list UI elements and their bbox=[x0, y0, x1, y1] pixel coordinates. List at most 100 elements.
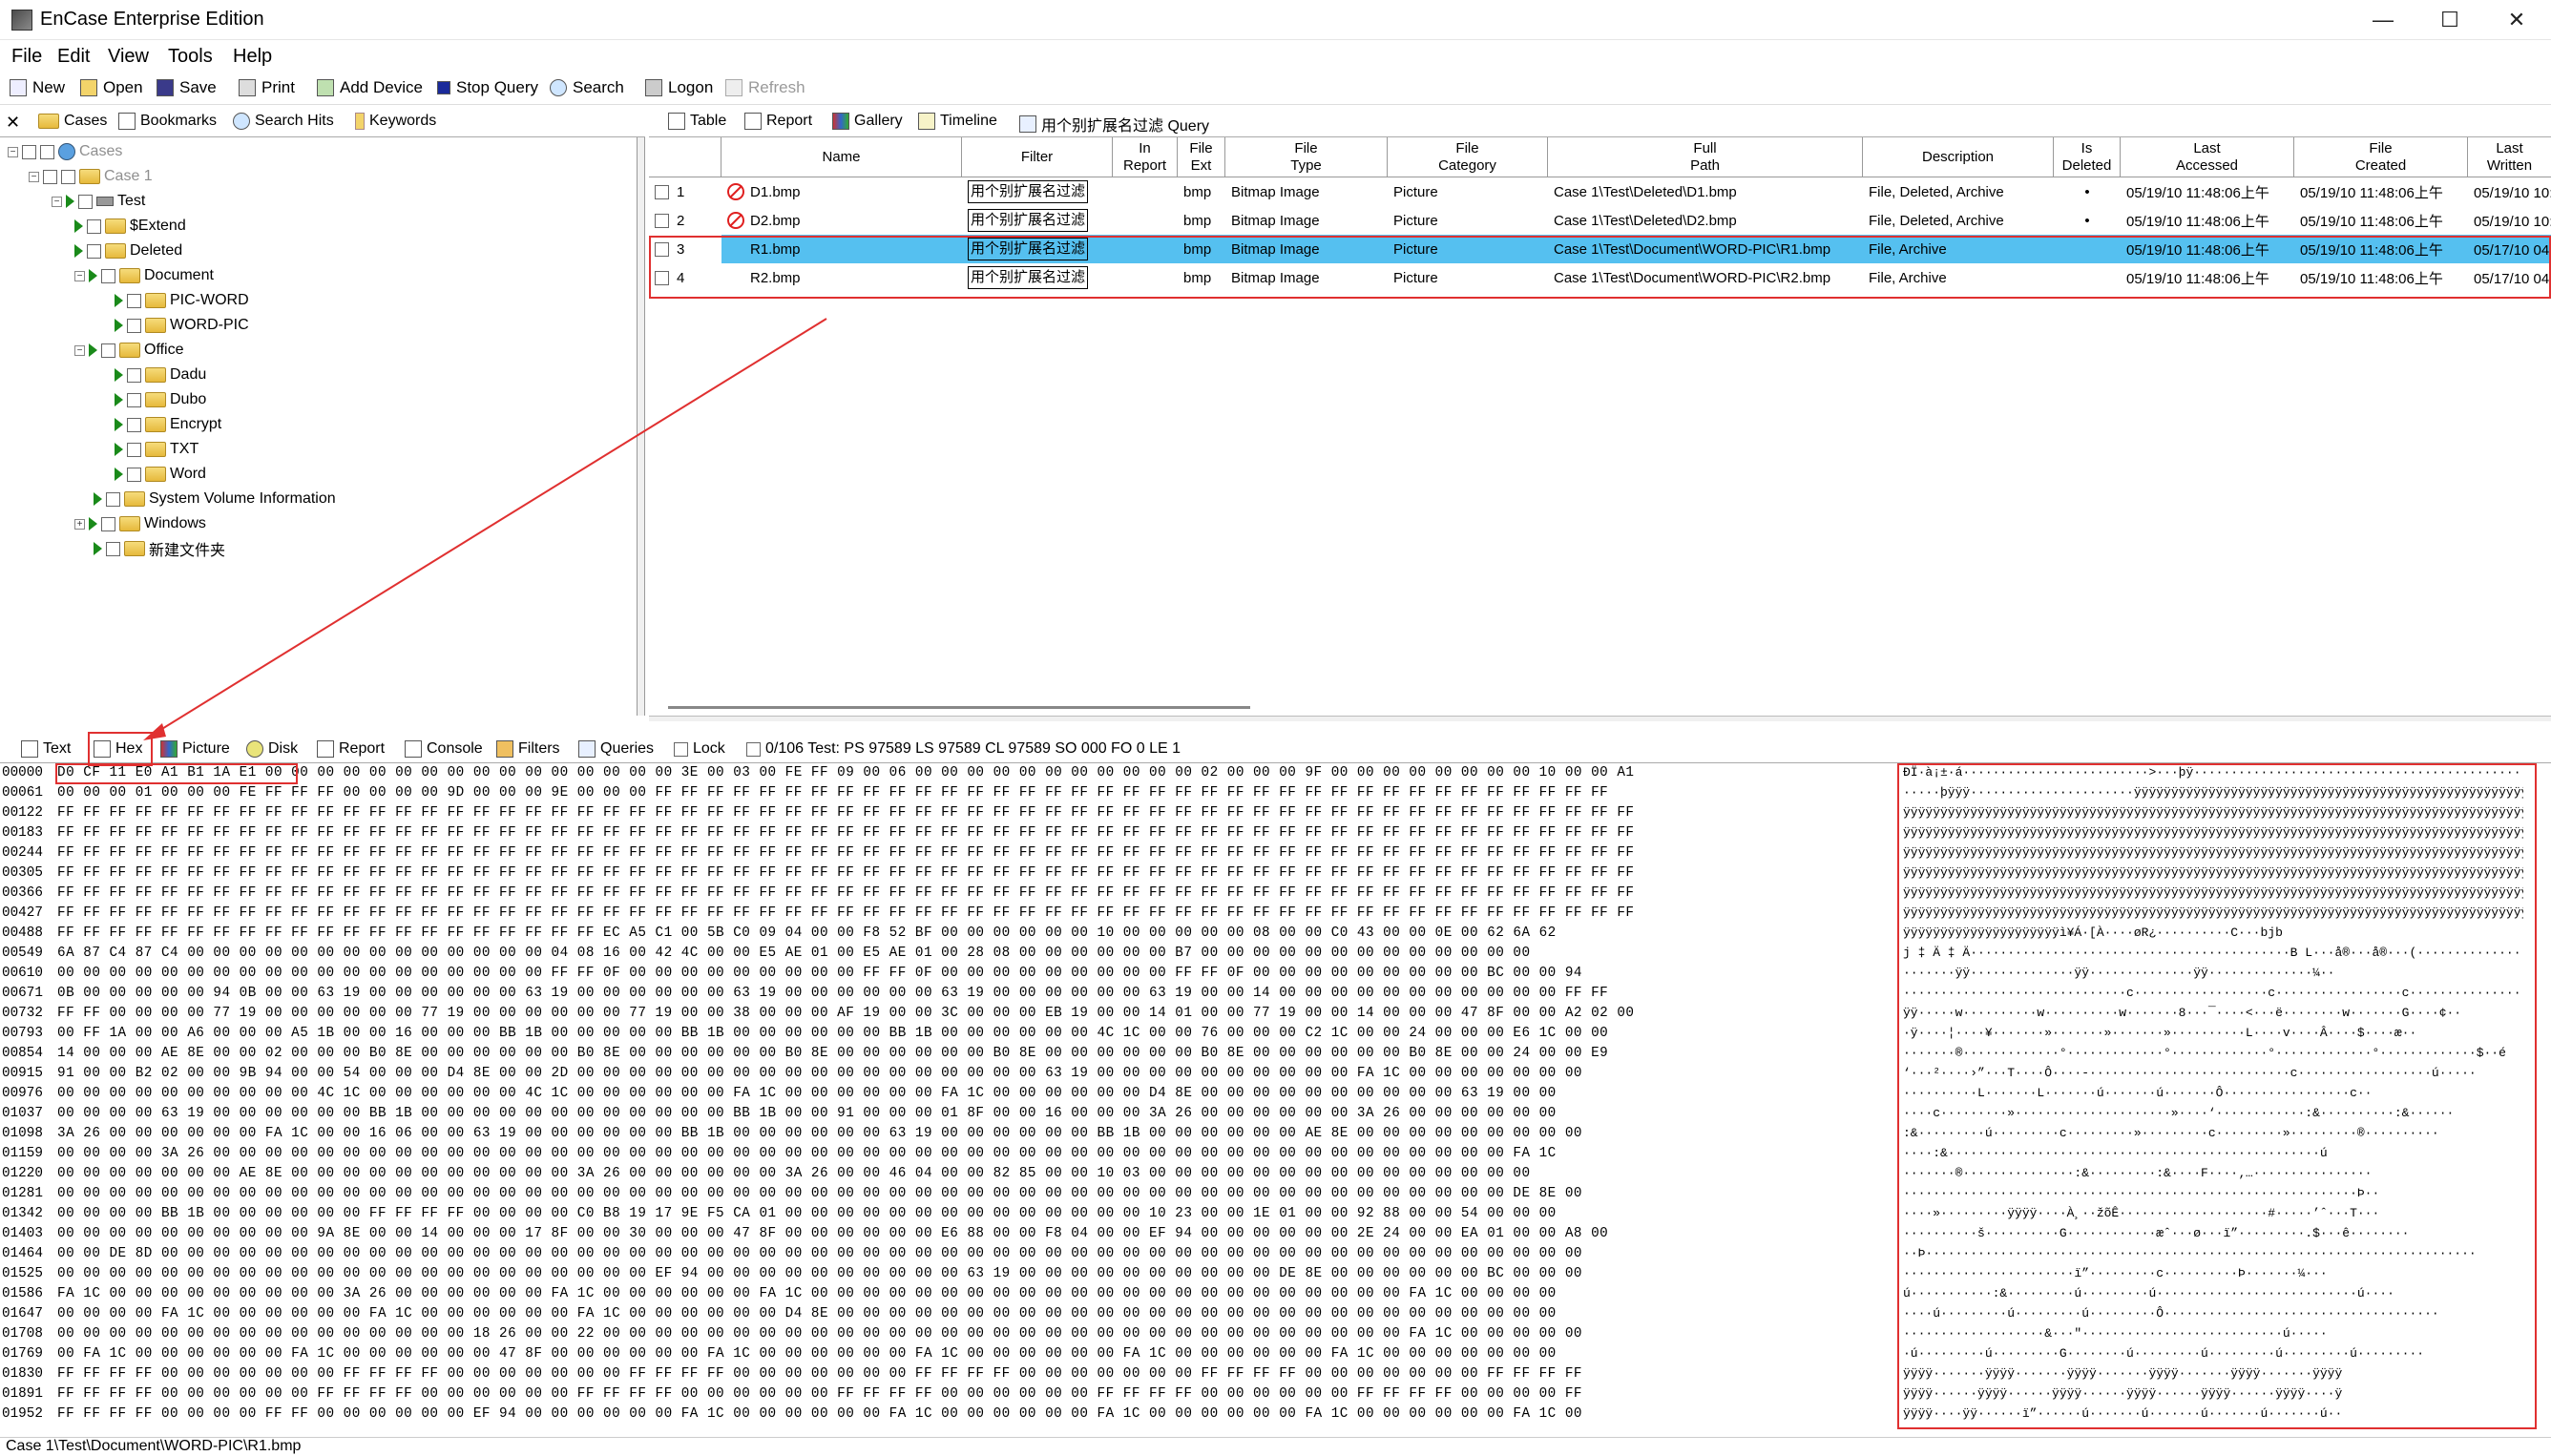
column-header-in-report[interactable]: In Report bbox=[1113, 137, 1178, 177]
selection-triangle-icon[interactable] bbox=[115, 294, 123, 307]
horizontal-scrollbar[interactable] bbox=[668, 706, 1250, 709]
tab-search-hits[interactable]: Search Hits bbox=[233, 113, 334, 130]
tree-node-deleted[interactable]: Deleted bbox=[74, 239, 182, 263]
hex-text-line[interactable]: ··········L·······L·······ú·······ú·····… bbox=[1903, 1086, 2523, 1100]
save-button[interactable]: Save bbox=[157, 78, 217, 97]
tree-node-word-pic[interactable]: WORD-PIC bbox=[115, 313, 249, 338]
column-header-file-type[interactable]: File Type bbox=[1225, 137, 1388, 177]
hex-bytes-line[interactable]: FF FF FF FF FF FF FF FF FF FF FF FF FF F… bbox=[57, 926, 1882, 941]
selection-triangle-icon[interactable] bbox=[89, 517, 97, 530]
tree-node-test[interactable]: − Test bbox=[52, 189, 145, 214]
tab-bookmarks[interactable]: Bookmarks bbox=[118, 113, 217, 130]
table-row[interactable]: 4 R2.bmp 用个别扩展名过滤 bmp Bitmap Image Picture Cas… bbox=[649, 263, 2551, 292]
hex-text-line[interactable]: ···················&···"················… bbox=[1903, 1326, 2523, 1341]
hex-text-line[interactable]: ··········š··········G············æˆ···ø… bbox=[1903, 1226, 2523, 1240]
hex-bytes-line[interactable]: FF FF FF FF FF FF FF FF FF FF FF FF FF F… bbox=[57, 905, 1882, 921]
tab-console[interactable]: Console bbox=[405, 740, 483, 758]
tree-node-encrypt[interactable]: Encrypt bbox=[115, 412, 221, 437]
hex-bytes-line[interactable]: FF FF FF FF 00 00 00 00 00 00 FF FF FF F… bbox=[57, 1386, 1882, 1402]
hex-text-line[interactable]: ·ÿ····¦····¥·······»·······»·······»····… bbox=[1903, 1026, 2523, 1040]
hex-text-line[interactable]: ·······ÿÿ··············ÿÿ··············ÿ… bbox=[1903, 966, 2523, 980]
tree-checkbox[interactable] bbox=[87, 218, 101, 234]
hex-text-line[interactable]: ú···········:&·········ú·········ú······… bbox=[1903, 1286, 2523, 1300]
maximize-button[interactable]: ☐ bbox=[2416, 0, 2483, 40]
row-checkbox[interactable] bbox=[655, 213, 669, 228]
hex-bytes-line[interactable]: D0 CF 11 E0 A1 B1 1A E1 00 00 00 00 00 0… bbox=[57, 765, 1882, 780]
tab-filters[interactable]: Filters bbox=[496, 740, 560, 758]
hex-text-line[interactable]: ÿÿÿÿÿÿÿÿÿÿÿÿÿÿÿÿÿÿÿÿÿì¥Á·[À····øR¿······… bbox=[1903, 926, 2523, 940]
selection-triangle-icon[interactable] bbox=[74, 244, 83, 258]
tree-checkbox[interactable] bbox=[106, 491, 120, 507]
hex-text-line[interactable]: ‘···²····›”···T····Ô····-···············… bbox=[1903, 1066, 2523, 1080]
hex-bytes-line[interactable]: 00 00 00 00 FA 1C 00 00 00 00 00 00 FA 1… bbox=[57, 1306, 1882, 1321]
hex-text-line[interactable]: ÿÿÿÿÿÿÿÿÿÿÿÿÿÿÿÿÿÿÿÿÿÿÿÿÿÿÿÿÿÿÿÿÿÿÿÿÿÿÿÿ… bbox=[1903, 845, 2523, 860]
lock-checkbox[interactable] bbox=[674, 741, 688, 757]
add-device-button[interactable]: Add Device bbox=[317, 78, 423, 97]
hex-text-line[interactable]: ·ú·········ú·········G········ú·········… bbox=[1903, 1346, 2523, 1361]
tree-node-document[interactable]: − Document bbox=[74, 263, 214, 288]
tree-checkbox[interactable] bbox=[106, 541, 120, 556]
hex-bytes-line[interactable]: 00 FF 1A 00 00 A6 00 00 00 A5 1B 00 00 1… bbox=[57, 1026, 1882, 1041]
tree-node-cases[interactable]: − Cases bbox=[8, 139, 122, 164]
selection-triangle-icon[interactable] bbox=[115, 418, 123, 431]
hex-text-line[interactable]: ·······················ï”·········c·····… bbox=[1903, 1266, 2523, 1280]
hex-text-line[interactable]: ······························c·········… bbox=[1903, 986, 2523, 1000]
column-header-last-accessed[interactable]: Last Accessed bbox=[2121, 137, 2294, 177]
hex-bytes-line[interactable]: 00 00 00 00 63 19 00 00 00 00 00 00 BB 1… bbox=[57, 1106, 1882, 1121]
hex-text-line[interactable]: ÿÿÿÿÿÿÿÿÿÿÿÿÿÿÿÿÿÿÿÿÿÿÿÿÿÿÿÿÿÿÿÿÿÿÿÿÿÿÿÿ… bbox=[1903, 805, 2523, 820]
minimize-button[interactable]: — bbox=[2350, 0, 2416, 40]
tree-checkbox[interactable] bbox=[101, 343, 115, 358]
selection-triangle-icon[interactable] bbox=[94, 542, 102, 555]
hex-text-line[interactable]: ····:&··································… bbox=[1903, 1146, 2523, 1160]
hex-text-line[interactable]: ÿÿÿÿ····ÿÿ······ï”······ú·······ú·······… bbox=[1903, 1406, 2523, 1421]
hex-text-line[interactable]: j ‡ Ä ‡ Ä·······························… bbox=[1903, 946, 2523, 960]
tree-checkbox[interactable] bbox=[40, 144, 54, 159]
hex-bytes-line[interactable]: 00 00 00 00 00 00 00 00 00 00 00 00 00 0… bbox=[57, 1266, 1882, 1281]
hex-text-line[interactable]: ·······®···············:&·········:&····… bbox=[1903, 1166, 2523, 1180]
tree-node-case-1[interactable]: − Case 1 bbox=[29, 164, 153, 189]
tree-checkbox[interactable] bbox=[87, 243, 101, 259]
tree-checkbox[interactable] bbox=[127, 367, 141, 383]
tab-table[interactable]: Table bbox=[668, 113, 726, 130]
tree-node-office[interactable]: − Office bbox=[74, 338, 184, 363]
hex-text-line[interactable]: ÐÏ·à¡±·á·························>···þÿ·… bbox=[1903, 765, 2523, 780]
hex-text-line[interactable]: ÿÿÿÿÿÿÿÿÿÿÿÿÿÿÿÿÿÿÿÿÿÿÿÿÿÿÿÿÿÿÿÿÿÿÿÿÿÿÿÿ… bbox=[1903, 865, 2523, 880]
hex-bytes-line[interactable]: 00 00 00 00 00 00 00 00 00 00 4C 1C 00 0… bbox=[57, 1086, 1882, 1101]
column-header-is-deleted[interactable]: Is Deleted bbox=[2054, 137, 2121, 177]
hex-text-line[interactable]: ÿÿÿÿ·······ÿÿÿÿ·······ÿÿÿÿ·······ÿÿÿÿ···… bbox=[1903, 1366, 2523, 1381]
hex-bytes-line[interactable]: FF FF FF FF FF FF FF FF FF FF FF FF FF F… bbox=[57, 825, 1882, 841]
menu-tools[interactable]: Tools bbox=[168, 46, 213, 68]
tab-cases[interactable]: Cases bbox=[38, 113, 107, 130]
tree-checkbox[interactable] bbox=[101, 268, 115, 283]
column-header-file-created[interactable]: File Created bbox=[2294, 137, 2468, 177]
tree-checkbox[interactable] bbox=[127, 392, 141, 407]
hex-text-line[interactable]: ÿÿ·····w··········w··········w·······8··… bbox=[1903, 1006, 2523, 1020]
column-header-filter[interactable]: Filter bbox=[962, 137, 1113, 177]
pane-divider[interactable] bbox=[649, 716, 2551, 721]
selection-triangle-icon[interactable] bbox=[74, 219, 83, 233]
hex-bytes-line[interactable]: FF FF FF FF 00 00 00 00 FF FF 00 00 00 0… bbox=[57, 1406, 1882, 1422]
hex-bytes-line[interactable]: 3A 26 00 00 00 00 00 00 FA 1C 00 00 16 0… bbox=[57, 1126, 1882, 1141]
tab-gallery[interactable]: Gallery bbox=[832, 113, 903, 130]
hex-text-line[interactable]: ········································… bbox=[1903, 1186, 2523, 1200]
row-checkbox[interactable] bbox=[655, 184, 669, 199]
hex-view[interactable]: 00000 D0 CF 11 E0 A1 B1 1A E1 00 00 00 00… bbox=[0, 763, 2551, 1437]
hex-bytes-line[interactable]: 00 00 00 00 00 00 00 00 00 00 00 00 00 0… bbox=[57, 1186, 1882, 1201]
tree-node-dadu[interactable]: Dadu bbox=[115, 363, 206, 387]
hex-bytes-line[interactable]: FF FF FF FF FF FF FF FF FF FF FF FF FF F… bbox=[57, 845, 1882, 861]
column-header-full-path[interactable]: Full Path bbox=[1548, 137, 1863, 177]
selection-triangle-icon[interactable] bbox=[115, 393, 123, 406]
hex-text-line[interactable]: ····»·········ÿÿÿÿ····À¸··žõÊ···········… bbox=[1903, 1206, 2523, 1220]
hex-bytes-line[interactable]: 0B 00 00 00 00 00 94 0B 00 00 63 19 00 0… bbox=[57, 986, 1882, 1001]
column-header-name[interactable]: Name bbox=[721, 137, 962, 177]
close-button[interactable]: ✕ bbox=[2483, 0, 2550, 40]
tab-text[interactable]: Text bbox=[21, 740, 71, 758]
hex-bytes-line[interactable]: 00 00 00 00 BB 1B 00 00 00 00 00 00 FF F… bbox=[57, 1206, 1882, 1221]
selection-triangle-icon[interactable] bbox=[89, 269, 97, 282]
selection-triangle-icon[interactable] bbox=[115, 319, 123, 332]
selection-triangle-icon[interactable] bbox=[66, 195, 74, 208]
tree-checkbox[interactable] bbox=[127, 318, 141, 333]
hex-bytes-line[interactable]: FF FF FF FF FF FF FF FF FF FF FF FF FF F… bbox=[57, 805, 1882, 821]
column-header-file-category[interactable]: File Category bbox=[1388, 137, 1548, 177]
tree-node-word[interactable]: Word bbox=[115, 462, 206, 487]
